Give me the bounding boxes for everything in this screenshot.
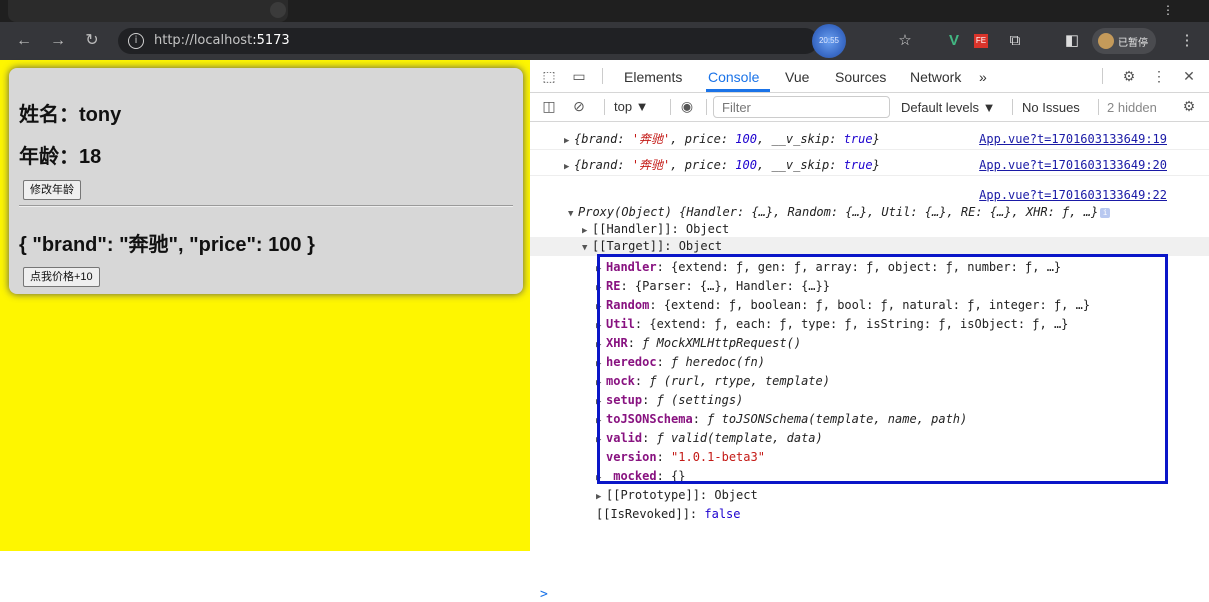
prototype-label: [[Prototype]]: Object <box>606 488 758 502</box>
console-log-2[interactable]: ▶ {brand: '奔驰', price: 100, __v_skip: tru… <box>530 156 1209 176</box>
clock-widget: 20:55 <box>812 24 846 58</box>
revoked-row: [[IsRevoked]]: false <box>596 507 741 521</box>
tab-elements[interactable]: Elements <box>624 69 682 85</box>
sidepanel-icon[interactable]: ◧ <box>1062 31 1082 51</box>
gear-icon[interactable]: ⚙ <box>1120 67 1138 85</box>
console-toolbar: ◫ ⊘ top ▼ ◉ Filter Default levels ▼ No I… <box>530 93 1209 122</box>
profile-label: 已暂停 <box>1118 38 1148 49</box>
clear-console-icon[interactable]: ⊘ <box>570 97 588 115</box>
app-page: 姓名：tony 年龄：18 修改年龄 { "brand": "奔驰", "pri… <box>0 60 531 551</box>
separator <box>602 68 603 84</box>
device-toolbar-icon[interactable]: ▭ <box>570 67 588 85</box>
window-menu-icon[interactable]: ⋮ <box>1160 2 1176 18</box>
address-bar[interactable]: i http://localhost:5173 <box>118 28 818 54</box>
separator <box>670 99 671 115</box>
kebab-menu-icon[interactable]: ⋮ <box>1150 67 1168 85</box>
fe-helper-icon[interactable]: FE <box>974 34 988 48</box>
info-badge-icon: i <box>1100 207 1111 218</box>
url-text: http://localhost:5173 <box>154 33 290 48</box>
proxy-summary: Proxy(Object) {Handler: {…}, Random: {…}… <box>578 205 1099 219</box>
close-icon[interactable]: ✕ <box>1180 67 1198 85</box>
context-selector[interactable]: top ▼ <box>614 99 649 114</box>
tab-sources[interactable]: Sources <box>835 69 886 85</box>
log-source-link[interactable]: App.vue?t=1701603133649:19 <box>979 130 1167 149</box>
tab-close-icon[interactable] <box>270 2 286 18</box>
levels-dropdown[interactable]: Default levels ▼ <box>901 100 996 115</box>
name-heading: 姓名：tony <box>19 104 122 126</box>
eye-icon[interactable]: ◉ <box>678 97 696 115</box>
log-source-link[interactable]: App.vue?t=1701603133649:20 <box>979 156 1167 175</box>
sidebar-toggle-icon[interactable]: ◫ <box>540 97 558 115</box>
handler-label: [[Handler]]: Object <box>592 222 730 236</box>
profile-button[interactable]: 已暂停 <box>1092 28 1156 54</box>
separator <box>1098 99 1099 115</box>
highlight-box <box>597 254 1168 484</box>
devtools-tabbar: ⬚ ▭ Elements Console Vue Sources Network… <box>530 60 1209 93</box>
tab-network[interactable]: Network <box>910 69 961 85</box>
tab-strip: ⋮ <box>0 0 1209 22</box>
divider <box>19 205 513 207</box>
target-label: [[Target]]: Object <box>592 239 723 253</box>
console-log-1[interactable]: ▶ {brand: '奔驰', price: 100, __v_skip: tru… <box>530 130 1209 150</box>
active-tab-indicator <box>706 89 770 92</box>
prototype-row[interactable]: ▶ [[Prototype]]: Object <box>530 486 1209 505</box>
more-tabs-button[interactable]: » <box>979 69 987 85</box>
age-heading: 年龄：18 <box>19 146 102 168</box>
price-increase-button[interactable]: 点我价格+10 <box>23 267 100 287</box>
inspect-icon[interactable]: ⬚ <box>540 67 558 85</box>
car-heading: { "brand": "奔驰", "price": 100 } <box>19 234 315 256</box>
filter-input[interactable]: Filter <box>713 96 890 118</box>
extensions-icon[interactable]: ⧉ <box>1005 31 1025 51</box>
issues-button[interactable]: No Issues <box>1022 100 1080 115</box>
back-icon[interactable]: ← <box>14 31 34 51</box>
vue-devtools-icon[interactable]: V <box>944 31 964 51</box>
separator <box>604 99 605 115</box>
console-settings-icon[interactable]: ⚙ <box>1180 97 1198 115</box>
filter-placeholder: Filter <box>722 100 751 115</box>
avatar <box>1098 33 1114 49</box>
console-prompt[interactable]: > <box>540 587 548 602</box>
menu-icon[interactable]: ⋮ <box>1177 31 1197 51</box>
star-icon[interactable]: ☆ <box>895 31 915 51</box>
hidden-count: 2 hidden <box>1107 100 1157 115</box>
person-card: 姓名：tony 年龄：18 修改年龄 { "brand": "奔驰", "pri… <box>9 68 523 294</box>
tab-console[interactable]: Console <box>708 69 759 85</box>
tab-vue[interactable]: Vue <box>785 69 809 85</box>
separator <box>1102 68 1103 84</box>
info-icon[interactable]: i <box>128 33 144 49</box>
forward-icon[interactable]: → <box>48 31 68 51</box>
browser-toolbar: ← → ↻ i http://localhost:5173 20:55 ☆ V … <box>0 22 1209 60</box>
reload-icon[interactable]: ↻ <box>82 31 102 51</box>
separator <box>1012 99 1013 115</box>
browser-tab[interactable] <box>8 0 288 22</box>
separator <box>706 99 707 115</box>
modify-age-button[interactable]: 修改年龄 <box>23 180 81 200</box>
